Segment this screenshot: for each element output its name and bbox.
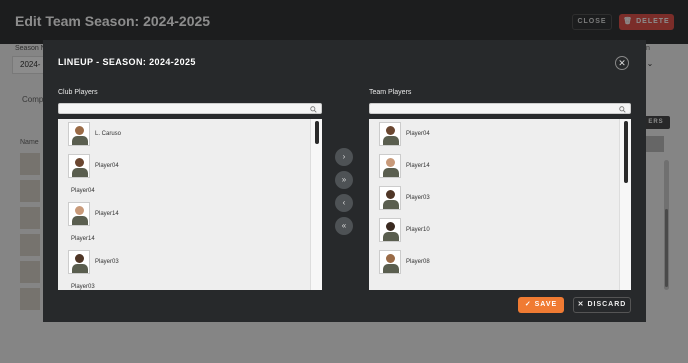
player-row[interactable]: Player04 [379, 122, 430, 146]
player-avatar [379, 122, 401, 146]
player-name: Player10 [406, 227, 430, 233]
avatar-body [72, 136, 88, 145]
player-avatar [68, 154, 90, 178]
team-search-field[interactable] [369, 103, 631, 121]
avatar-head [386, 158, 395, 167]
player-name-plain[interactable]: Player04 [71, 188, 95, 194]
avatar-body [383, 136, 399, 145]
player-name: Player14 [95, 211, 119, 217]
player-avatar [379, 154, 401, 178]
player-avatar [379, 186, 401, 210]
lineup-modal: LINEUP - SEASON: 2024-2025 ✕ Club Player… [43, 40, 646, 322]
avatar-head [75, 126, 84, 135]
avatar-head [75, 158, 84, 167]
avatar-head [386, 190, 395, 199]
search-icon [310, 106, 317, 113]
club-players-label: Club Players [58, 89, 98, 96]
avatar-head [386, 254, 395, 263]
avatar-head [386, 126, 395, 135]
player-row[interactable]: Player03 [68, 250, 119, 274]
player-row[interactable]: Player14 [379, 154, 430, 178]
team-scrollbar-thumb[interactable] [624, 121, 628, 183]
modal-title: LINEUP - SEASON: 2024-2025 [58, 57, 196, 67]
player-name-plain[interactable]: Player03 [71, 284, 95, 290]
close-icon[interactable]: ✕ [615, 56, 629, 70]
avatar-body [383, 264, 399, 273]
move-right-button[interactable]: › [335, 148, 353, 166]
save-button[interactable]: ✓ SAVE [518, 297, 564, 313]
player-row[interactable]: Player08 [379, 250, 430, 274]
player-row[interactable]: L. Caruso [68, 122, 121, 146]
player-name-plain[interactable]: Player14 [71, 236, 95, 242]
player-row[interactable]: Player10 [379, 218, 430, 242]
club-scrollbar-thumb[interactable] [315, 121, 319, 144]
move-left-button[interactable]: ‹ [335, 194, 353, 212]
player-row[interactable]: Player04 [68, 154, 119, 178]
avatar-body [72, 216, 88, 225]
player-name: Player08 [406, 259, 430, 265]
avatar-head [75, 206, 84, 215]
avatar-body [72, 168, 88, 177]
player-avatar [68, 250, 90, 274]
club-players-list[interactable]: L. Caruso Player04 Player14 Player03 Player0… [58, 119, 322, 290]
discard-label: DISCARD [587, 301, 627, 308]
avatar-head [75, 254, 84, 263]
team-players-list[interactable]: Player04 Player14 Player03 Player10 Player08 [369, 119, 631, 290]
player-name: Player04 [95, 163, 119, 169]
club-scroll-rail[interactable] [310, 119, 322, 290]
move-all-right-button[interactable]: » [335, 171, 353, 189]
player-name: Player04 [406, 131, 430, 137]
club-search-field[interactable] [58, 103, 322, 121]
player-row[interactable]: Player03 [379, 186, 430, 210]
player-avatar [379, 218, 401, 242]
avatar-body [383, 200, 399, 209]
player-name: Player03 [95, 259, 119, 265]
move-all-left-button[interactable]: « [335, 217, 353, 235]
player-name: Player14 [406, 163, 430, 169]
avatar-head [386, 222, 395, 231]
player-row[interactable]: Player14 [68, 202, 119, 226]
team-players-label: Team Players [369, 89, 412, 96]
player-avatar [379, 250, 401, 274]
player-avatar [68, 122, 90, 146]
search-icon [619, 106, 626, 113]
avatar-body [383, 232, 399, 241]
player-avatar [68, 202, 90, 226]
avatar-body [383, 168, 399, 177]
avatar-body [72, 264, 88, 273]
player-name: L. Caruso [95, 131, 122, 137]
player-name: Player03 [406, 195, 430, 201]
save-label: SAVE [534, 301, 558, 308]
discard-button[interactable]: ✕ DISCARD [573, 297, 631, 313]
